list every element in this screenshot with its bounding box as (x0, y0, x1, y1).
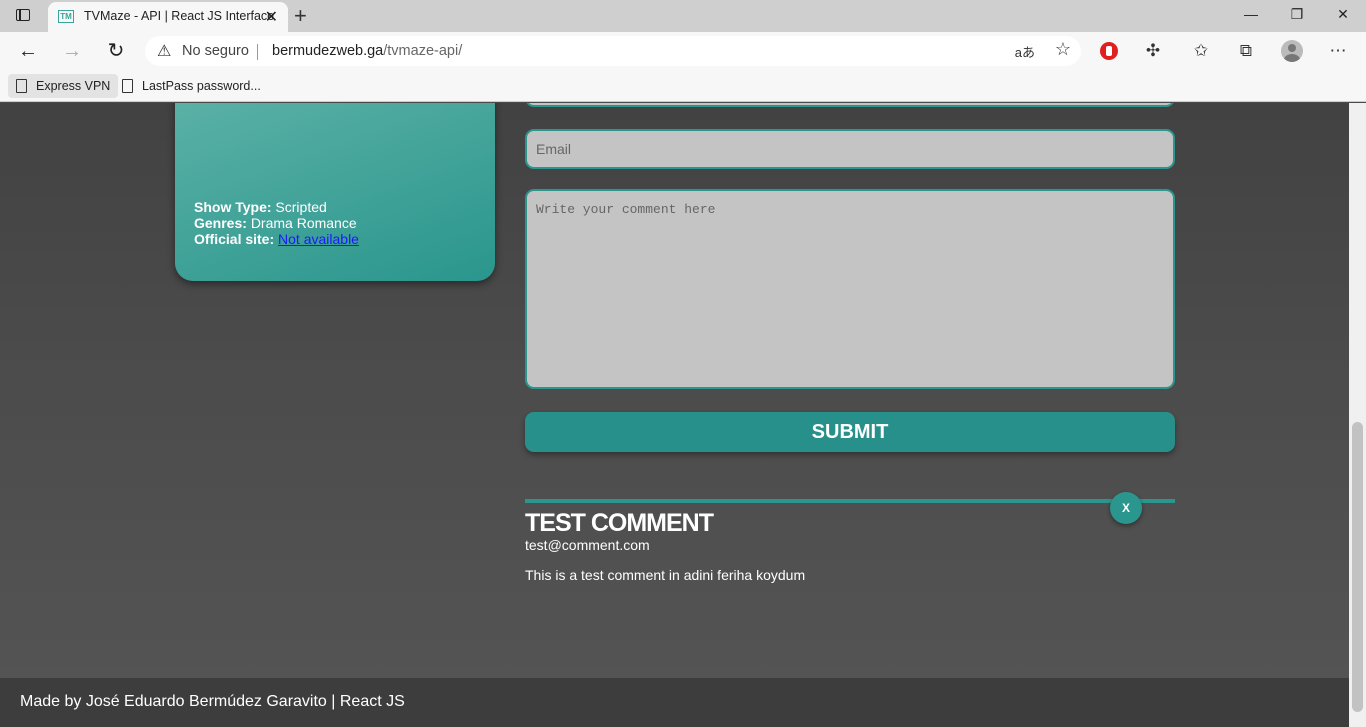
address-bar[interactable]: ⚠ No seguro bermudezweb.ga/tvmaze-api/ a… (145, 36, 1081, 66)
show-type-value: Scripted (275, 199, 327, 215)
adblock-icon[interactable] (1097, 39, 1121, 63)
address-divider (257, 44, 258, 60)
page-icon (16, 79, 27, 93)
scrollbar-thumb[interactable] (1352, 422, 1363, 712)
bookmarks-bar: Express VPN LastPass password... (0, 70, 1366, 102)
bookmark-label: Express VPN (36, 79, 111, 93)
more-menu-icon[interactable]: ⋯ (1326, 39, 1350, 63)
read-aloud-icon[interactable]: aあ (1015, 42, 1035, 61)
back-icon[interactable]: ← (14, 38, 42, 64)
comment-body: This is a test comment in adini feriha k… (525, 567, 806, 583)
active-tab[interactable]: TM TVMaze - API | React JS Interface ✕ (48, 2, 288, 32)
submit-button[interactable]: SUBMIT (525, 412, 1175, 452)
tab-title: TVMaze - API | React JS Interface (84, 9, 275, 23)
close-tab-icon[interactable]: ✕ (265, 7, 278, 27)
page-footer: Made by José Eduardo Bermúdez Garavito |… (0, 678, 1349, 727)
warning-icon[interactable]: ⚠ (157, 41, 171, 61)
official-site-label: Official site: (194, 231, 275, 247)
comment-divider (525, 499, 1175, 503)
show-type-label: Show Type: (194, 199, 272, 215)
restore-icon[interactable]: ❐ (1282, 6, 1312, 23)
close-window-icon[interactable]: ✕ (1328, 6, 1358, 23)
reload-icon[interactable]: ↻ (102, 38, 130, 64)
profile-avatar[interactable] (1280, 39, 1304, 63)
url-path: /tvmaze-api/ (383, 43, 463, 59)
official-site-row: Official site: Not available (194, 231, 359, 247)
show-type-row: Show Type: Scripted (194, 199, 327, 215)
genres-row: Genres: Drama Romance (194, 215, 357, 231)
footer-text: Made by José Eduardo Bermúdez Garavito |… (20, 693, 405, 710)
security-status[interactable]: No seguro (182, 43, 249, 59)
new-tab-icon[interactable]: + (294, 3, 307, 29)
bookmark-express-vpn[interactable]: Express VPN (8, 74, 119, 98)
name-field[interactable] (525, 103, 1175, 107)
page-viewport: Show Type: Scripted Genres: Drama Romanc… (0, 103, 1349, 727)
comment-email: test@comment.com (525, 537, 650, 553)
url-text[interactable]: bermudezweb.ga/tvmaze-api/ (272, 43, 462, 59)
genres-value: Drama Romance (250, 215, 357, 231)
favorites-icon[interactable]: ✩ (1189, 39, 1213, 63)
tab-actions-icon[interactable] (10, 6, 38, 26)
minimize-icon[interactable]: — (1236, 6, 1266, 22)
browser-toolbar: ← → ↻ ⚠ No seguro bermudezweb.ga/tvmaze-… (0, 32, 1366, 70)
url-host: bermudezweb.ga (272, 43, 384, 59)
collections-icon[interactable]: ⧉ (1234, 39, 1258, 63)
comment-field[interactable] (525, 189, 1175, 389)
favicon-icon: TM (58, 10, 74, 23)
page-icon (122, 79, 133, 93)
genres-label: Genres: (194, 215, 247, 231)
bookmark-label: LastPass password... (142, 79, 261, 93)
delete-comment-button[interactable]: X (1110, 492, 1142, 524)
tab-strip: TM TVMaze - API | React JS Interface ✕ +… (0, 0, 1366, 32)
bookmark-lastpass[interactable]: LastPass password... (114, 74, 269, 98)
comment-title: TEST COMMENT (525, 509, 714, 537)
official-site-link[interactable]: Not available (278, 231, 359, 247)
forward-icon[interactable]: → (58, 38, 86, 64)
show-info-card: Show Type: Scripted Genres: Drama Romanc… (175, 103, 495, 281)
email-field[interactable] (525, 129, 1175, 169)
add-favorite-icon[interactable]: ☆ (1055, 39, 1071, 60)
extensions-icon[interactable]: ✣ (1141, 39, 1165, 63)
